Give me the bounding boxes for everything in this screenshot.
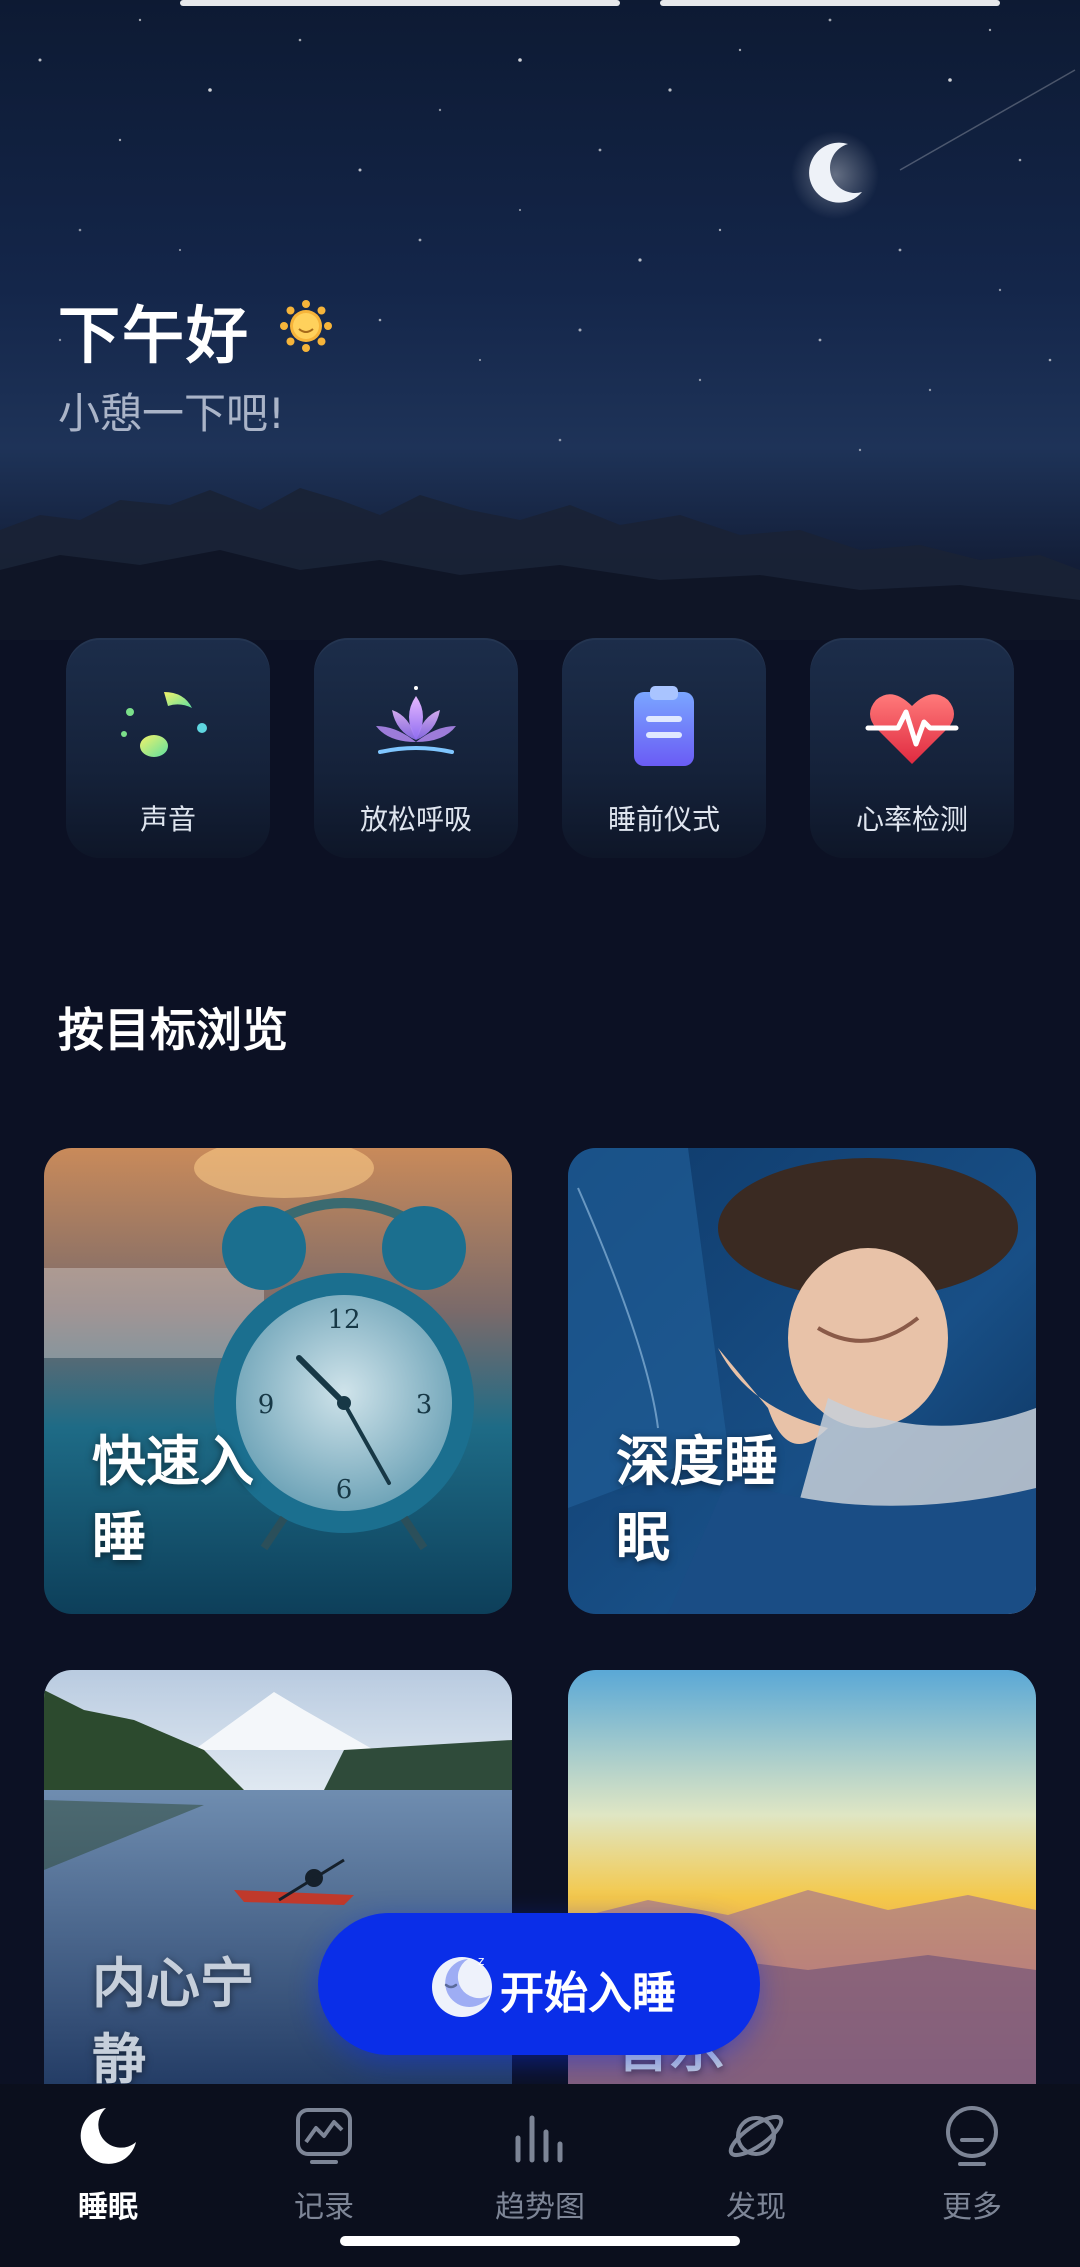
- status-bar-left: [180, 0, 620, 6]
- goal-card-label: 快速入睡: [92, 1430, 254, 1569]
- svg-text:6: 6: [336, 1475, 353, 1505]
- svg-text:12: 12: [327, 1305, 360, 1335]
- tab-label: 趋势图: [495, 2190, 585, 2225]
- quick-action-label: 睡前仪式: [607, 803, 720, 836]
- sun-icon: [280, 300, 332, 352]
- goal-card-deep-sleep[interactable]: 深度睡眠: [568, 1148, 1036, 1614]
- tab-label: 睡眠: [78, 2190, 138, 2225]
- goal-card-fast-sleep[interactable]: 12 3 6 9 快速入睡: [44, 1148, 512, 1614]
- start-sleep-label: 开始入睡: [500, 1968, 676, 2019]
- greeting-subtitle: 小憩一下吧!: [58, 389, 285, 438]
- tab-label: 发现: [726, 2190, 786, 2225]
- clipboard-icon: [634, 686, 694, 766]
- planet-icon: [728, 2114, 784, 2158]
- quick-action-heart-rate[interactable]: 心率检测: [810, 638, 1014, 858]
- moon-icon: [80, 2108, 136, 2164]
- chart-record-icon: [296, 2108, 352, 2164]
- section-title: 按目标浏览: [58, 1003, 288, 1057]
- tab-label: 更多: [942, 2190, 1002, 2225]
- quick-action-label: 声音: [139, 803, 196, 836]
- quick-actions: 声音 放松呼吸 睡前仪式 心率检测: [66, 638, 1016, 858]
- tab-label: 记录: [294, 2190, 354, 2225]
- tab-discover[interactable]: 发现: [676, 2104, 836, 2234]
- goal-card-label: 深度睡眠: [616, 1430, 778, 1569]
- svg-text:z: z: [478, 1954, 484, 1968]
- svg-text:9: 9: [258, 1390, 275, 1420]
- quick-action-sound[interactable]: 声音: [66, 638, 270, 858]
- tab-sleep[interactable]: 睡眠: [28, 2104, 188, 2234]
- quick-action-breathing[interactable]: 放松呼吸: [314, 638, 518, 858]
- sleeping-moon-icon: z: [432, 1954, 492, 2017]
- moon-icon: [791, 131, 879, 219]
- quick-action-label: 放松呼吸: [359, 803, 472, 836]
- lotus-icon: [376, 686, 456, 754]
- status-bar-right: [660, 0, 1000, 6]
- quick-action-label: 心率检测: [855, 803, 968, 836]
- greeting-title: 下午好: [58, 299, 251, 372]
- hero-banner: 下午好 小憩一下吧!: [0, 0, 1080, 640]
- heart-rate-icon: [865, 694, 959, 764]
- tab-trend[interactable]: 趋势图: [460, 2104, 620, 2234]
- music-note-icon: [121, 688, 207, 757]
- bar-trend-icon: [515, 2115, 563, 2163]
- home-indicator: [340, 2236, 740, 2246]
- quick-action-ritual[interactable]: 睡前仪式: [562, 638, 766, 858]
- goal-card-label: 内心宁静: [92, 1952, 254, 2084]
- mountain-silhouette: [0, 488, 1080, 640]
- tab-more[interactable]: 更多: [892, 2104, 1052, 2234]
- more-face-icon: [946, 2106, 998, 2166]
- status-bar: [0, 0, 1080, 20]
- tab-record[interactable]: 记录: [244, 2104, 404, 2234]
- start-sleep-button[interactable]: z 开始入睡: [318, 1913, 760, 2055]
- svg-text:3: 3: [416, 1390, 433, 1420]
